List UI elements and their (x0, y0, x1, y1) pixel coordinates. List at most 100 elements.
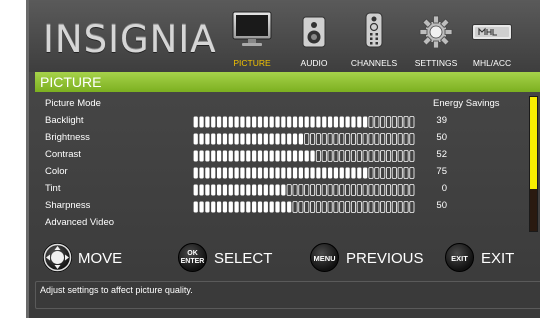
slider-segment-empty (368, 184, 374, 196)
backlight-slider[interactable] (193, 116, 415, 128)
slider-segment-filled (228, 133, 233, 145)
setting-label: Backlight (45, 115, 84, 126)
brightness-slider[interactable] (193, 133, 415, 145)
slider-segment-filled (263, 150, 268, 162)
contrast-slider[interactable] (193, 150, 415, 162)
slider-segment-filled (228, 201, 233, 213)
slider-segment-empty (292, 201, 298, 213)
slider-segment-filled (216, 133, 222, 145)
slider-segment-empty (368, 167, 374, 179)
sharpness-slider[interactable] (193, 201, 415, 213)
slider-segment-empty (391, 201, 397, 213)
slider-segment-empty (327, 184, 333, 196)
slider-segment-filled (363, 116, 368, 128)
nav-select: OK ENTER SELECT (178, 243, 298, 273)
slider-segment-empty (356, 133, 362, 145)
slider-segment-empty (310, 201, 316, 213)
section-title: PICTURE (35, 72, 540, 92)
brand-logo: INSIGNIA (43, 18, 217, 61)
ok-key-text: OK (187, 250, 198, 257)
slider-segment-empty (333, 150, 339, 162)
slider-segment-filled (269, 201, 274, 213)
slider-segment-filled (327, 167, 333, 179)
slider-segment-filled (281, 184, 286, 196)
setting-label: Sharpness (45, 200, 91, 211)
slider-segment-empty (409, 150, 415, 162)
tint-slider[interactable] (193, 184, 415, 196)
scrollbar[interactable] (529, 96, 538, 232)
slider-segment-filled (351, 167, 356, 179)
slider-segment-filled (316, 116, 321, 128)
slider-segment-filled (257, 184, 263, 196)
slider-segment-filled (234, 167, 239, 179)
slider-segment-filled (216, 116, 222, 128)
slider-segment-empty (374, 133, 380, 145)
slider-segment-filled (269, 184, 274, 196)
slider-segment-empty (391, 167, 397, 179)
slider-segment-empty (333, 201, 339, 213)
setting-brightness[interactable]: Brightness 50 (35, 130, 525, 147)
nav-select-label: SELECT (214, 250, 273, 267)
slider-segment-filled (246, 116, 251, 128)
nav-exit: EXIT EXIT (445, 243, 535, 273)
slider-segment-filled (322, 116, 327, 128)
slider-segment-empty (374, 150, 380, 162)
slider-segment-filled (193, 150, 198, 162)
slider-segment-empty (380, 133, 386, 145)
slider-segment-filled (310, 167, 315, 179)
slider-segment-filled (287, 150, 292, 162)
slider-segment-filled (205, 184, 210, 196)
slider-segment-filled (228, 184, 233, 196)
setting-backlight[interactable]: Backlight 39 (35, 113, 525, 130)
tab-audio[interactable]: AUDIO (292, 6, 336, 70)
slider-segment-filled (211, 184, 216, 196)
nav-exit-label: EXIT (481, 250, 515, 267)
slider-segment-filled (199, 201, 204, 213)
slider-segment-empty (403, 150, 409, 162)
slider-segment-filled (222, 167, 228, 179)
slider-segment-empty (315, 201, 321, 213)
slider-segment-empty (391, 116, 397, 128)
setting-sharpness[interactable]: Sharpness 50 (35, 198, 525, 215)
slider-segment-filled (263, 133, 268, 145)
setting-advanced-video[interactable]: Advanced Video (35, 215, 525, 232)
slider-segment-empty (315, 150, 321, 162)
slider-segment-filled (327, 116, 333, 128)
slider-segment-filled (269, 116, 274, 128)
color-slider[interactable] (193, 167, 415, 179)
slider-segment-filled (275, 133, 280, 145)
setting-picture-mode[interactable]: Picture Mode Energy Savings (35, 96, 525, 113)
setting-tint[interactable]: Tint 0 (35, 181, 525, 198)
scrollbar-thumb[interactable] (530, 97, 537, 189)
slider-segment-empty (391, 133, 397, 145)
setting-color[interactable]: Color 75 (35, 164, 525, 181)
slider-segment-filled (193, 133, 198, 145)
tab-channels[interactable]: CHANNELS (343, 6, 405, 70)
slider-segment-filled (222, 116, 228, 128)
slider-segment-filled (199, 167, 204, 179)
slider-segment-filled (205, 167, 210, 179)
slider-segment-empty (333, 133, 339, 145)
slider-segment-empty (403, 201, 409, 213)
slider-segment-empty (397, 201, 403, 213)
setting-label: Advanced Video (45, 217, 115, 228)
slider-segment-filled (257, 116, 263, 128)
setting-value: 50 (436, 200, 447, 211)
slider-segment-filled (292, 167, 298, 179)
tab-settings[interactable]: SETTINGS (407, 6, 465, 70)
tab-label: CHANNELS (350, 58, 398, 68)
slider-segment-empty (368, 116, 374, 128)
tab-mhl-acc[interactable]: MHL/ACC (467, 6, 517, 70)
slider-segment-filled (222, 184, 228, 196)
slider-segment-filled (304, 116, 309, 128)
tab-picture[interactable]: PICTURE (225, 6, 279, 70)
slider-segment-filled (193, 201, 198, 213)
slider-segment-filled (240, 201, 245, 213)
setting-contrast[interactable]: Contrast 52 (35, 147, 525, 164)
slider-segment-empty (315, 133, 321, 145)
menu-key-icon: MENU (310, 243, 339, 272)
slider-segment-empty (327, 201, 333, 213)
slider-segment-empty (321, 150, 327, 162)
slider-segment-empty (368, 150, 374, 162)
slider-segment-filled (193, 167, 198, 179)
